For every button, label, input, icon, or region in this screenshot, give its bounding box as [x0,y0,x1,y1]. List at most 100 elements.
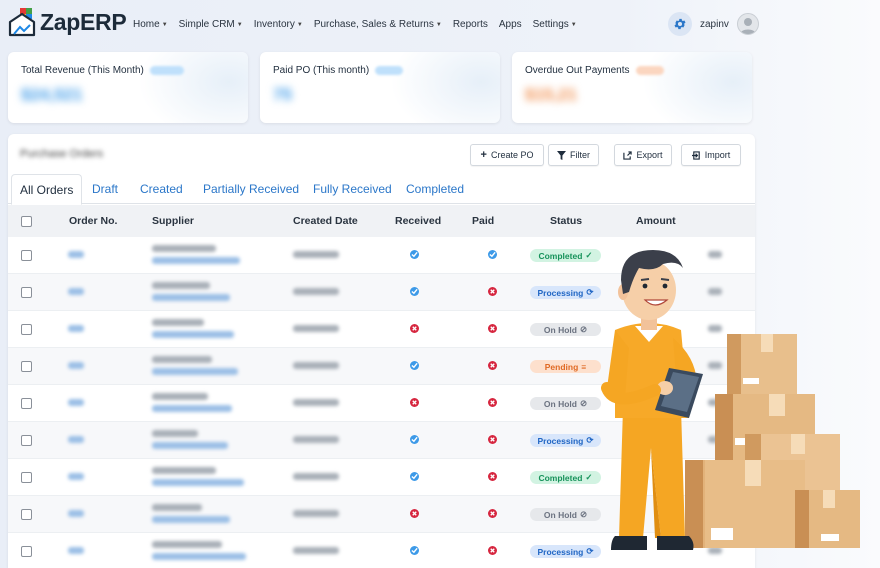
row-checkbox[interactable] [21,361,32,372]
order-number-link[interactable] [68,362,84,369]
button-label: Export [636,150,663,160]
tab-partially-received[interactable]: Partially Received [203,182,299,196]
row-checkbox[interactable] [21,435,32,446]
supplier-email-link[interactable] [152,405,232,412]
filter-icon [557,150,566,160]
main-nav: Home ▼ Simple CRM ▼ Inventory ▼ Purchase, S… [133,19,577,30]
supplier-email-link[interactable] [152,331,234,338]
supplier-name [152,245,216,252]
user-area: zapinv [668,12,759,36]
supplier-email-link[interactable] [152,294,230,301]
panel-title: Purchase Orders [20,148,104,160]
worker-illustration [601,250,860,550]
caret-down-icon: ▼ [435,21,442,28]
status-label: On Hold [543,398,577,409]
user-name[interactable]: zapinv [700,19,729,30]
card-badge [149,66,184,75]
check-circle-icon [410,546,419,555]
row-checkbox[interactable] [21,546,32,557]
column-created-date[interactable]: Created Date [293,215,358,227]
card-value: 75 [273,85,292,104]
card-title: Paid PO (This month) [273,65,370,76]
order-number-link[interactable] [68,325,84,332]
nav-label: Home [133,19,160,30]
nav-reports[interactable]: Reports [453,19,488,30]
status-label: Completed [538,472,583,483]
order-number-link[interactable] [68,251,84,258]
export-icon [623,150,633,160]
column-received[interactable]: Received [395,215,441,227]
supplier-name [152,504,202,511]
caret-down-icon: ▼ [570,21,577,28]
row-checkbox[interactable] [21,250,32,261]
card-badge [375,66,404,75]
status-label: Processing [537,435,584,446]
column-paid[interactable]: Paid [472,215,494,227]
card-title: Overdue Out Payments [525,65,630,76]
tab-completed[interactable]: Completed [406,182,464,196]
order-number-link[interactable] [68,510,84,517]
status-label: Pending [544,361,579,372]
supplier-name [152,319,204,326]
row-checkbox[interactable] [21,509,32,520]
plus-icon: + [480,149,487,161]
card-badge [635,66,664,75]
nav-purchase-sales-returns[interactable]: Purchase, Sales & Returns ▼ [314,19,442,30]
button-label: Create PO [490,150,534,160]
x-circle-icon [410,509,419,518]
card-value: $15,21 [525,85,577,104]
table-header: Order No. Supplier Created Date Received… [8,205,755,237]
supplier-email-link[interactable] [152,368,238,375]
status-label: Completed [538,250,583,261]
column-amount[interactable]: Amount [636,215,676,227]
order-number-link[interactable] [68,473,84,480]
supplier-name [152,467,216,474]
check-circle-icon [410,361,419,370]
avatar[interactable] [736,13,759,35]
nav-settings[interactable]: Settings ▼ [533,19,577,30]
column-status[interactable]: Status [550,215,582,227]
status-tabs: All Orders Draft Created Partially Recei… [8,174,755,205]
row-checkbox[interactable] [21,287,32,298]
caret-down-icon: ▼ [296,21,303,28]
nav-home[interactable]: Home ▼ [133,19,168,30]
column-order-no[interactable]: Order No. [69,215,117,227]
check-circle-icon [488,250,497,259]
row-checkbox[interactable] [21,324,32,335]
supplier-name [152,541,222,548]
row-checkbox[interactable] [21,472,32,483]
order-number-link[interactable] [68,399,84,406]
check-circle-icon [410,435,419,444]
tab-draft[interactable]: Draft [92,182,118,196]
supplier-email-link[interactable] [152,257,240,264]
order-number-link[interactable] [68,288,84,295]
select-all-checkbox[interactable] [21,216,32,227]
nav-label: Apps [498,19,522,30]
nav-simple-crm[interactable]: Simple CRM ▼ [179,19,243,30]
button-label: Filter [570,150,590,160]
supplier-email-link[interactable] [152,442,228,449]
button-label: Import [704,150,731,160]
order-number-link[interactable] [68,436,84,443]
tab-all-orders[interactable]: All Orders [11,174,83,205]
tab-created[interactable]: Created [140,182,183,196]
supplier-email-link[interactable] [152,516,230,523]
supplier-name [152,393,208,400]
row-checkbox[interactable] [21,398,32,409]
brand-logo[interactable]: ZapERP [8,7,127,37]
nav-inventory[interactable]: Inventory ▼ [254,19,303,30]
import-button[interactable]: Import [681,144,741,166]
nav-label: Purchase, Sales & Returns [313,19,434,30]
stat-card-total-revenue: Total Revenue (This Month) $24,521 [8,52,248,123]
supplier-email-link[interactable] [152,479,244,486]
create-po-button[interactable]: + Create PO [470,144,544,166]
tab-fully-received[interactable]: Fully Received [313,182,392,196]
settings-button[interactable] [668,12,692,36]
created-date [293,510,339,517]
filter-button[interactable]: Filter [548,144,599,166]
column-supplier[interactable]: Supplier [152,215,194,227]
order-number-link[interactable] [68,547,84,554]
nav-apps[interactable]: Apps [499,19,522,30]
export-button[interactable]: Export [614,144,672,166]
supplier-email-link[interactable] [152,553,246,560]
